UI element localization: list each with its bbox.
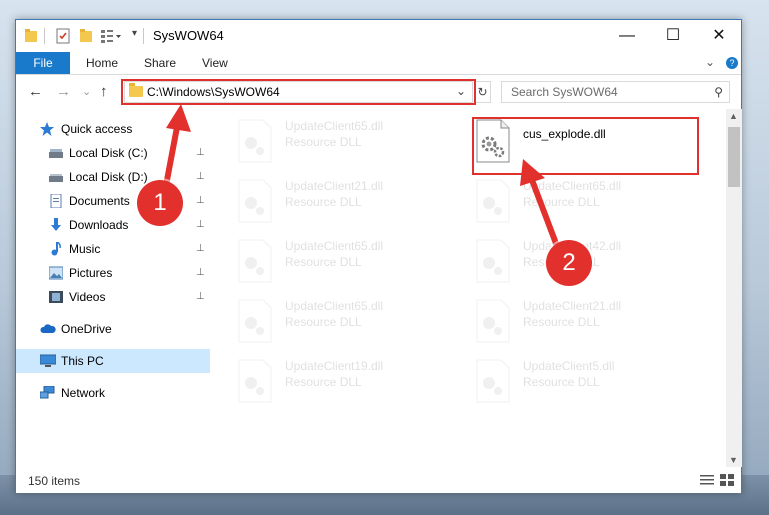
step-1-badge: 1 xyxy=(137,180,183,226)
step-2-badge: 2 xyxy=(546,240,592,286)
annotation-overlay xyxy=(161,104,563,257)
arrow-2 xyxy=(520,159,563,257)
